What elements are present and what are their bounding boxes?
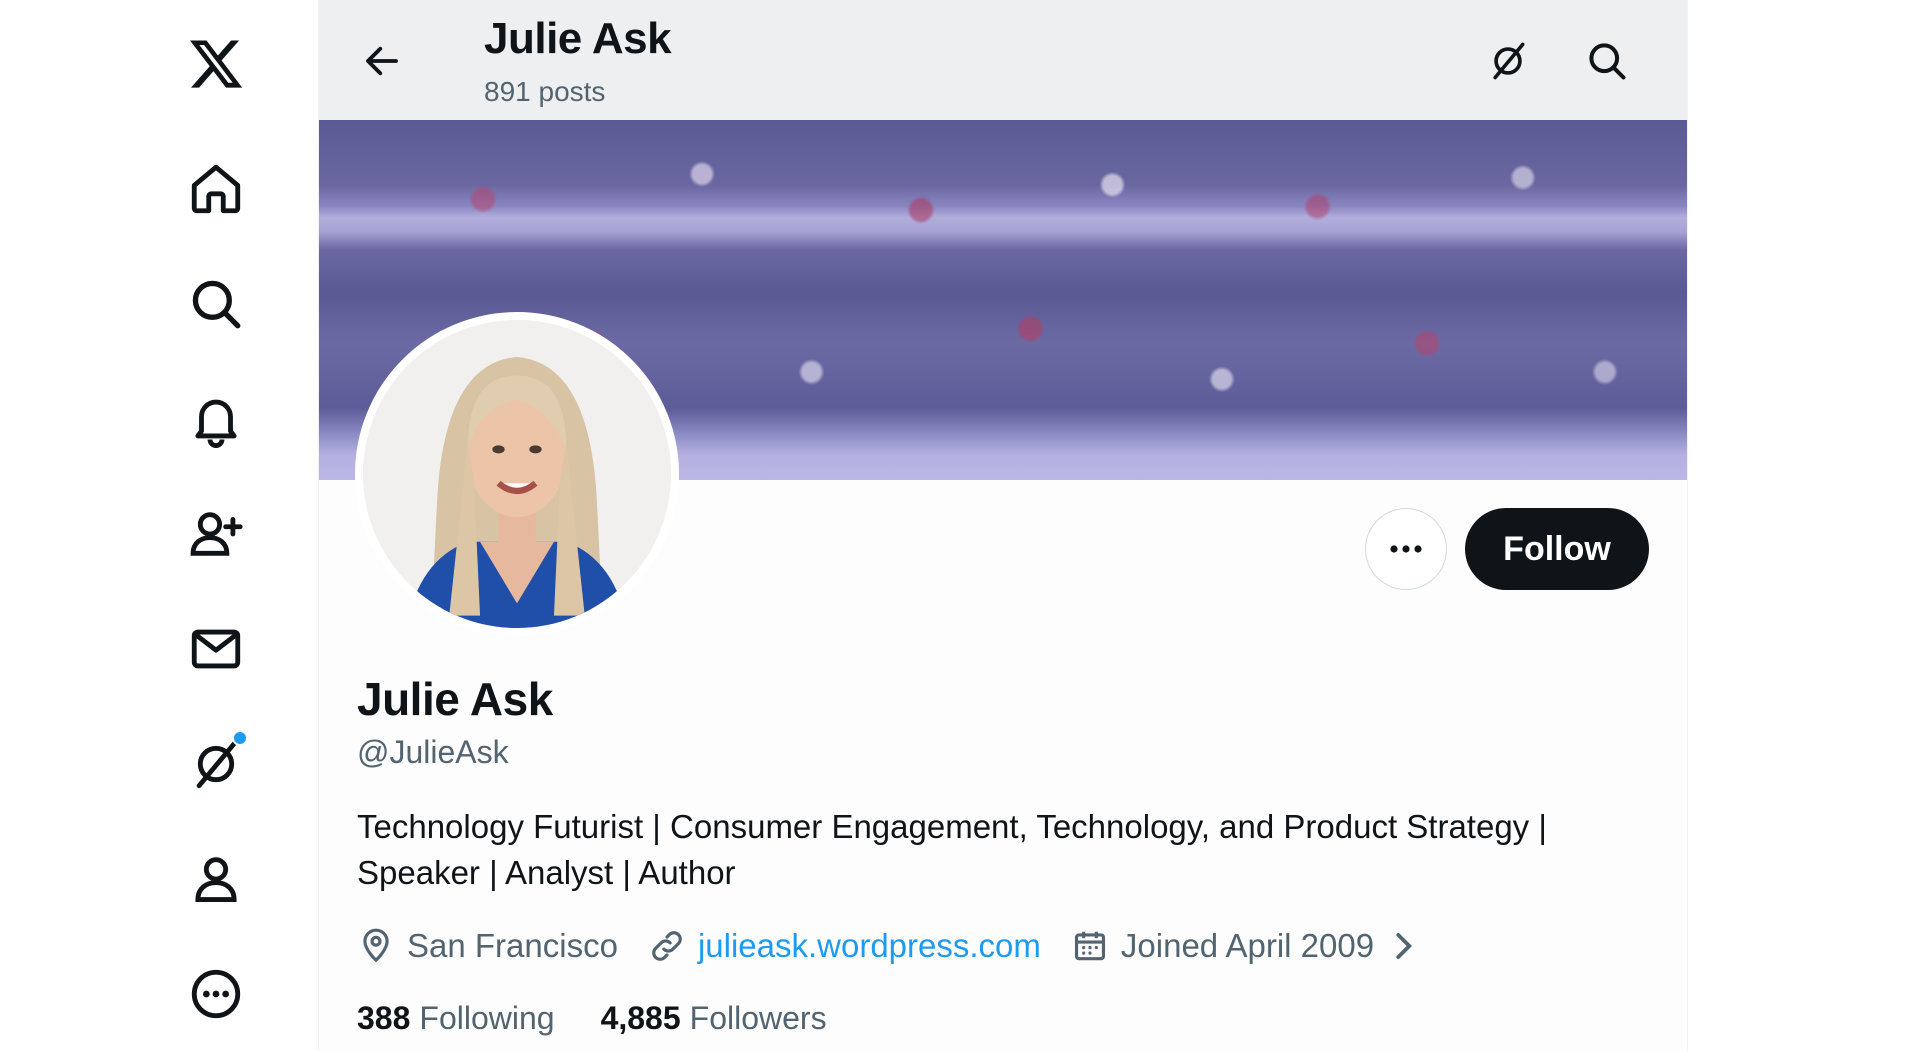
profile-handle: @JulieAsk [357,734,509,770]
post-count: 891 posts [484,76,606,107]
header-title: Julie Ask [484,14,672,63]
profile-meta: San Francisco julieask.wordpress.com Joi… [357,920,1464,972]
chevron-right-icon [1396,933,1413,959]
following-count: 388 [357,999,411,1036]
followers-count: 4,885 [600,999,681,1036]
profile-header-bar: Julie Ask 891 posts [319,0,1687,120]
person-icon[interactable] [180,843,252,915]
profile-name: Julie Ask [357,673,553,725]
x-logo-icon[interactable] [180,28,252,100]
following-label: Following [419,999,555,1036]
mail-icon[interactable] [180,613,252,685]
website-link[interactable]: julieask.wordpress.com [698,927,1041,965]
notification-dot [232,730,248,746]
join-date-text: Joined April 2009 [1120,927,1375,964]
back-arrow-icon[interactable] [353,32,411,90]
location: San Francisco [357,927,618,965]
grok-icon[interactable] [1479,32,1537,90]
more-circle-icon[interactable] [180,958,252,1030]
grok-icon[interactable] [180,728,252,800]
following-link[interactable]: 388 Following [357,1000,555,1037]
profile-stats: 388 Following 4,885 Followers [357,995,873,1041]
more-options-button[interactable] [1365,508,1447,590]
calendar-icon [1074,931,1105,961]
followers-link[interactable]: 4,885 Followers [601,1000,827,1037]
follow-button[interactable]: Follow [1465,508,1649,590]
location-text: San Francisco [407,927,618,964]
profile-column: Julie Ask 891 posts Follow Julie Ask @Ju… [318,0,1688,1051]
person-add-icon[interactable] [180,498,252,570]
website: julieask.wordpress.com [648,927,1041,965]
home-icon[interactable] [180,153,252,225]
location-pin-icon [363,928,389,963]
search-icon[interactable] [1578,32,1636,90]
avatar[interactable] [355,312,679,636]
bell-icon[interactable] [180,383,252,455]
join-date[interactable]: Joined April 2009 [1071,927,1434,965]
app-window: Julie Ask 891 posts Follow Julie Ask @Ju… [0,0,1920,1051]
left-navigation [0,0,318,1051]
link-icon [652,931,682,961]
search-icon[interactable] [180,268,252,340]
ellipsis-icon [1390,545,1422,553]
profile-bio: Technology Futurist | Consumer Engagemen… [357,808,1547,891]
avatar-photo [363,320,671,628]
followers-label: Followers [689,999,827,1036]
